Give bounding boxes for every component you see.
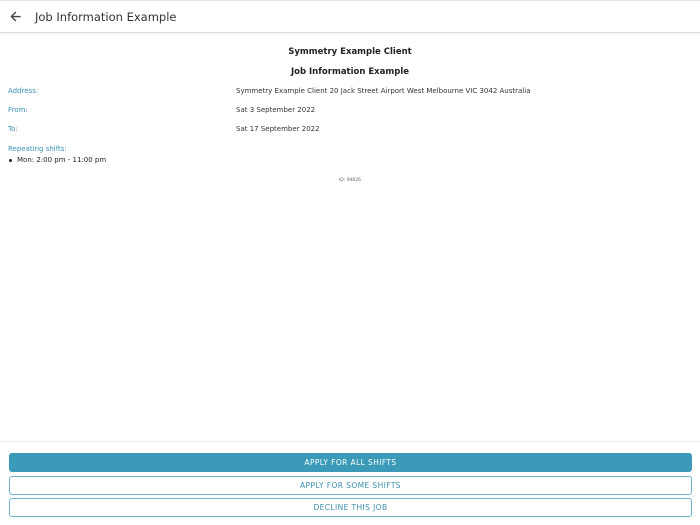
to-label: To: — [8, 125, 18, 133]
job-id: ID: 94626 — [338, 178, 362, 183]
app-header: Job Information Example — [0, 0, 700, 33]
list-item: Mon: 2:00 pm - 11:00 pm — [8, 156, 106, 164]
job-title: Job Information Example — [290, 67, 410, 77]
shift-list: Mon: 2:00 pm - 11:00 pm — [8, 156, 106, 164]
apply-all-shifts-button[interactable]: APPLY FOR ALL SHIFTS — [9, 453, 692, 472]
to-row: To: Sat 17 September 2022 — [0, 125, 700, 137]
from-row: From: Sat 3 September 2022 — [0, 106, 700, 118]
page-title: Job Information Example — [35, 9, 177, 24]
address-label: Address: — [8, 87, 39, 95]
bullet-icon — [9, 158, 12, 162]
client-name: Symmetry Example Client — [288, 47, 412, 57]
decline-job-button[interactable]: DECLINE THIS JOB — [9, 498, 692, 517]
back-button[interactable] — [7, 9, 23, 25]
to-value: Sat 17 September 2022 — [236, 125, 320, 133]
action-footer: APPLY FOR ALL SHIFTS APPLY FOR SOME SHIF… — [0, 441, 700, 525]
from-label: From: — [8, 106, 28, 114]
address-row: Address: Symmetry Example Client 20 Jack… — [0, 87, 700, 99]
apply-some-shifts-button[interactable]: APPLY FOR SOME SHIFTS — [9, 476, 692, 495]
from-value: Sat 3 September 2022 — [236, 106, 316, 114]
shift-text: Mon: 2:00 pm - 11:00 pm — [17, 156, 107, 164]
arrow-left-icon — [10, 11, 21, 22]
address-value: Symmetry Example Client 20 Jack Street A… — [236, 87, 531, 95]
repeating-shifts-label: Repeating shifts: — [8, 145, 67, 153]
